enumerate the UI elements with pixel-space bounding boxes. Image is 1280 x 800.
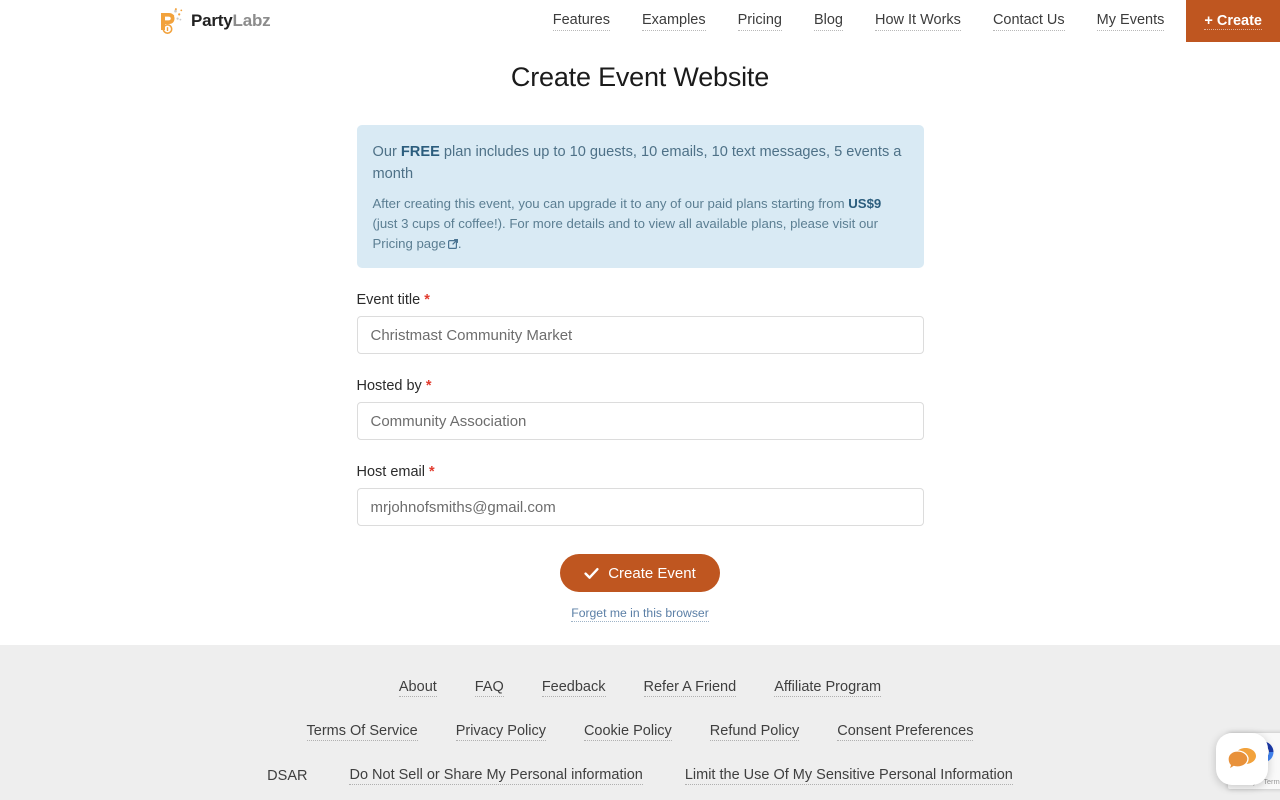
field-event-title-label-text: Event title [356, 292, 421, 308]
footer-link-consent-preferences[interactable]: Consent Preferences [837, 722, 974, 741]
main-content: Create Event Website Our FREE plan inclu… [0, 42, 1280, 622]
nav-item-my-events-label: My Events [1096, 12, 1165, 31]
footer-link-affiliate-program[interactable]: Affiliate Program [774, 678, 882, 697]
field-hosted-by: Hosted by * [356, 378, 924, 440]
create-event-submit-label: Create Event [608, 564, 696, 582]
field-hosted-by-label: Hosted by * [357, 378, 924, 394]
nav-item-examples[interactable]: Examples [626, 0, 722, 42]
footer-row-legal: Terms Of Service Privacy Policy Cookie P… [0, 722, 1280, 741]
site-footer: About FAQ Feedback Refer A Friend Affili… [0, 645, 1280, 800]
footer-link-do-not-sell[interactable]: Do Not Sell or Share My Personal informa… [349, 766, 643, 785]
nav-item-pricing[interactable]: Pricing [722, 0, 798, 42]
nav-item-how-it-works[interactable]: How It Works [859, 0, 977, 42]
create-event-nav-button[interactable]: + Create [1186, 0, 1280, 42]
price-value: US$9 [848, 196, 882, 211]
create-event-nav-button-label: + Create [1204, 12, 1262, 30]
upgrade-text-end: . [457, 236, 462, 251]
footer-link-dsar[interactable]: DSAR [267, 767, 307, 785]
site-header: PartyLabz Features Examples Pricing Blog… [0, 0, 1280, 42]
footer-link-limit-sensitive-info[interactable]: Limit the Use Of My Sensitive Personal I… [684, 766, 1013, 785]
free-plan-info-line1: Our FREE plan includes up to 10 guests, … [373, 141, 908, 185]
nav-item-examples-label: Examples [641, 12, 706, 31]
free-plan-line1-post: plan includes up to 10 guests, 10 emails… [372, 144, 902, 182]
required-marker: * [429, 464, 435, 480]
brand-name-part2: Labz [232, 11, 271, 30]
free-plan-info-line2: After creating this event, you can upgra… [373, 194, 908, 254]
page-title: Create Event Website [510, 62, 770, 92]
required-marker: * [424, 292, 430, 308]
nav-item-blog[interactable]: Blog [798, 0, 859, 42]
check-icon [584, 566, 599, 581]
nav-item-features-label: Features [552, 12, 610, 31]
nav-item-my-events[interactable]: My Events [1081, 0, 1181, 42]
footer-link-faq[interactable]: FAQ [474, 678, 504, 697]
create-event-submit-button[interactable]: Create Event [560, 554, 720, 592]
forget-me-link[interactable]: Forget me in this browser [571, 606, 709, 622]
hosted-by-input[interactable] [356, 402, 924, 440]
field-host-email-label-text: Host email [356, 464, 426, 480]
field-event-title: Event title * [356, 292, 924, 354]
footer-link-terms-of-service[interactable]: Terms Of Service [306, 722, 418, 741]
footer-link-refund-policy[interactable]: Refund Policy [709, 722, 800, 741]
nav-item-blog-label: Blog [813, 12, 843, 31]
free-plan-line1-pre: Our [372, 144, 401, 160]
required-marker: * [425, 378, 432, 394]
host-email-input[interactable] [356, 488, 924, 526]
brand-name-part1: Party [191, 11, 233, 30]
footer-link-privacy-policy[interactable]: Privacy Policy [455, 722, 546, 741]
footer-row-primary: About FAQ Feedback Refer A Friend Affili… [0, 678, 1280, 697]
free-plan-info-banner: Our FREE plan includes up to 10 guests, … [356, 125, 924, 268]
field-host-email: Host email * [356, 464, 924, 526]
footer-link-cookie-policy[interactable]: Cookie Policy [583, 722, 672, 741]
form-container: Our FREE plan includes up to 10 guests, … [356, 125, 924, 622]
party-popper-p-icon [158, 7, 184, 35]
footer-link-feedback[interactable]: Feedback [541, 678, 606, 697]
nav-item-features[interactable]: Features [537, 0, 626, 42]
external-link-icon[interactable] [447, 235, 458, 250]
nav-item-how-it-works-label: How It Works [874, 12, 961, 31]
upgrade-text-pre: After creating this event, you can upgra… [372, 196, 849, 211]
field-event-title-label: Event title * [357, 292, 924, 308]
footer-link-about[interactable]: About [398, 678, 437, 697]
chat-bubbles-icon [1227, 746, 1257, 772]
brand-name: PartyLabz [191, 11, 271, 31]
submit-section: Create Event Forget me in this browser [357, 554, 924, 622]
footer-link-refer-a-friend[interactable]: Refer A Friend [643, 678, 737, 697]
event-title-input[interactable] [356, 316, 924, 354]
nav-item-pricing-label: Pricing [737, 12, 782, 31]
field-hosted-by-label-text: Hosted by [356, 378, 422, 394]
brand-logo[interactable]: PartyLabz [158, 0, 271, 42]
chat-widget-button[interactable] [1216, 733, 1268, 785]
field-host-email-label: Host email * [357, 464, 924, 480]
nav-item-contact-us[interactable]: Contact Us [977, 0, 1081, 42]
free-plan-badge: FREE [400, 144, 440, 160]
nav-item-contact-us-label: Contact Us [992, 12, 1065, 31]
main-navigation: Features Examples Pricing Blog How It Wo… [537, 0, 1280, 42]
footer-row-privacy-rights: DSAR Do Not Sell or Share My Personal in… [0, 766, 1280, 785]
